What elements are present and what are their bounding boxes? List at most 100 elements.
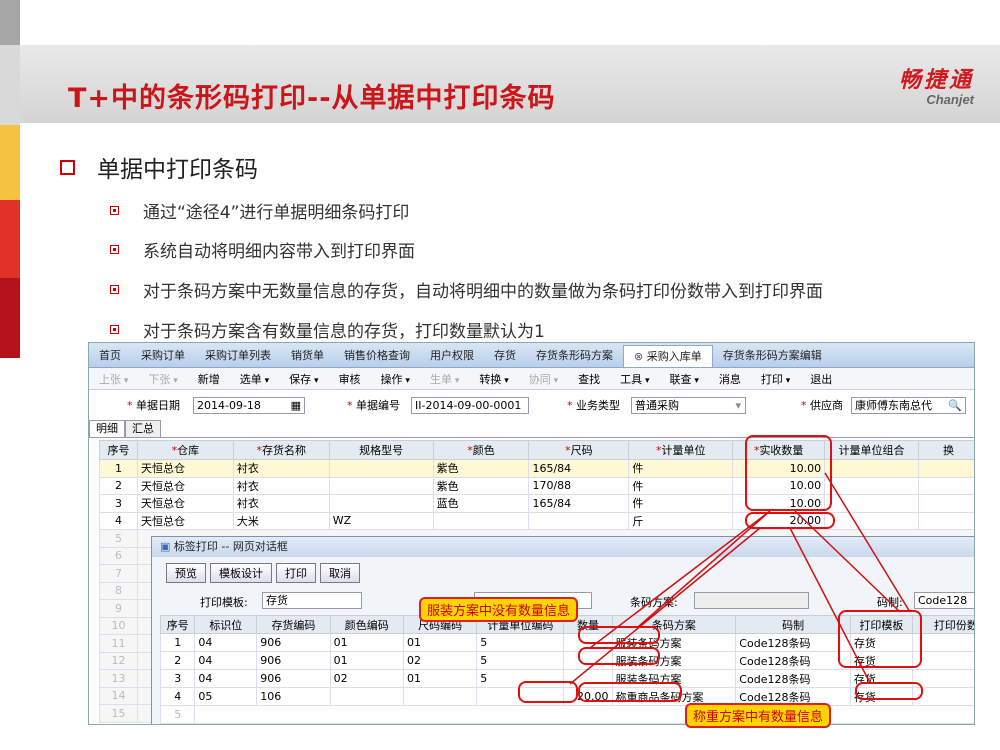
biztype-select[interactable]: 普通采购 ▾ xyxy=(631,396,746,414)
tab-price-query[interactable]: 销售价格查询 xyxy=(334,345,420,367)
tab-purchase-order-list[interactable]: 采购订单列表 xyxy=(195,345,281,367)
callout-has-qty: 称重方案中有数量信息 xyxy=(685,703,832,728)
chanjet-logo: 畅捷通 Chanjet xyxy=(899,62,974,107)
qty-weight-highlight-ring xyxy=(745,512,835,529)
dialog-title: 标签打印 -- 网页对话框 xyxy=(152,537,974,557)
lookup-button[interactable]: 联查 xyxy=(660,371,709,387)
table-row[interactable]: 1 天恒总仓 衬衣 紫色 165/84 件 10.00 xyxy=(99,459,974,478)
slide-title: T+中的条形码打印--从单据中打印条码 xyxy=(68,83,556,114)
qty-highlight-ring xyxy=(745,435,832,511)
template-label: 打印模板: xyxy=(200,596,248,609)
print-row-empty: 5 xyxy=(159,705,974,724)
tab-sales[interactable]: 销货单 xyxy=(281,345,334,367)
date-field[interactable]: 2014-09-18 ▦ xyxy=(193,396,305,414)
supplier-field[interactable]: 康师傅东南总代 🔍 xyxy=(851,396,966,414)
col-unit: *计量单位 xyxy=(628,440,734,460)
logo-en: Chanjet xyxy=(926,92,974,107)
bullet-1: 通过“途径4”进行单据明细条码打印 xyxy=(110,198,409,223)
bullet-icon xyxy=(110,325,119,334)
tab-barcode-scheme[interactable]: 存货条形码方案 xyxy=(526,345,623,367)
find-button[interactable]: 查找 xyxy=(568,371,610,387)
scheme-label: 条码方案: xyxy=(630,596,678,609)
code-field[interactable]: II-2014-09-00-0001 xyxy=(411,396,529,414)
table-row[interactable]: 4 天恒总仓 大米 WZ 斤 20.00 xyxy=(99,511,974,530)
subtab-summary[interactable]: 汇总 xyxy=(125,420,161,437)
template-design-button[interactable]: 模板设计 xyxy=(210,563,272,583)
tab-bar: 首页 采购订单 采购订单列表 销货单 销售价格查询 用户权限 存货 存货条形码方… xyxy=(89,343,974,368)
dialog-print-button[interactable]: 打印 xyxy=(276,563,316,583)
logo-cn: 畅捷通 xyxy=(898,67,974,92)
left-stripe-yellow xyxy=(0,125,20,200)
weight-qty-ring xyxy=(518,681,578,703)
search-icon[interactable]: 🔍 xyxy=(948,398,962,413)
left-stripe-darkred xyxy=(0,278,20,358)
left-stripe-red xyxy=(0,200,20,278)
heading: 单据中打印条码 xyxy=(60,150,258,184)
template-select[interactable]: 存货 xyxy=(262,592,362,609)
subtab-detail[interactable]: 明细 xyxy=(89,420,125,437)
prev-button[interactable]: 上张 xyxy=(89,371,138,387)
copies-one-ring xyxy=(855,682,923,700)
code-label: * 单据编号 xyxy=(347,399,400,412)
detail-subtabs: 明细 汇总 xyxy=(89,420,974,438)
tab-purchase-order[interactable]: 采购订单 xyxy=(131,345,195,367)
supplier-label: * 供应商 xyxy=(801,399,843,412)
new-button[interactable]: 新增 xyxy=(188,371,230,387)
bullet-icon xyxy=(110,285,119,294)
bullet-2: 系统自动将明细内容带入到打印界面 xyxy=(110,237,415,262)
bullet-4: 对于条码方案含有数量信息的存货，打印数量默认为1 xyxy=(110,317,545,342)
col-unit-group: 计量单位组合 xyxy=(824,440,919,460)
callout-no-qty: 服装方案中没有数量信息 xyxy=(419,597,579,622)
save-button[interactable]: 保存 xyxy=(279,371,328,387)
dialog-cancel-button[interactable]: 取消 xyxy=(320,563,360,583)
app-screenshot: 首页 采购订单 采购订单列表 销货单 销售价格查询 用户权限 存货 存货条形码方… xyxy=(88,342,975,725)
calendar-icon[interactable]: ▦ xyxy=(291,398,301,413)
weight-scheme-ring xyxy=(578,682,682,702)
left-stripe-gray xyxy=(0,0,20,45)
col-spec: 规格型号 xyxy=(328,440,434,460)
col-size: *尺码 xyxy=(528,440,630,460)
collaborate-button[interactable]: 协同 xyxy=(519,371,568,387)
scheme-ring-2 xyxy=(578,647,660,665)
left-stripe-light xyxy=(0,45,20,125)
dialog-buttons: 预览 模板设计 打印 取消 xyxy=(166,563,360,583)
convert-button[interactable]: 转换 xyxy=(469,371,518,387)
date-label: * 单据日期 xyxy=(127,399,180,412)
code-type-field[interactable]: Code128 xyxy=(914,592,974,609)
bullet-icon xyxy=(110,245,119,254)
tools-button[interactable]: 工具 xyxy=(610,371,659,387)
tab-barcode-scheme-edit[interactable]: 存货条形码方案编辑 xyxy=(713,345,832,367)
table-row[interactable]: 3 天恒总仓 衬衣 蓝色 165/84 件 10.00 xyxy=(99,494,974,513)
tab-inventory[interactable]: 存货 xyxy=(484,345,526,367)
scheme-field[interactable] xyxy=(694,592,809,609)
table-row[interactable]: 2 天恒总仓 衬衣 紫色 170/88 件 10.00 xyxy=(99,476,974,495)
col-index: 序号 xyxy=(99,440,138,460)
biztype-label: * 业务类型 xyxy=(567,399,620,412)
toolbar: 上张 下张 新增 选单 保存 审核 操作 生单 转换 协同 查找 工具 联查 消… xyxy=(89,368,974,390)
bullet-icon xyxy=(110,206,119,215)
scheme-ring-1 xyxy=(578,626,660,644)
code-type-label: 码制: xyxy=(877,596,903,609)
bullet-3: 对于条码方案中无数量信息的存货，自动将明细中的数量做为条码打印份数带入到打印界面 xyxy=(110,277,823,302)
copies-ring xyxy=(838,610,922,668)
tab-user-rights[interactable]: 用户权限 xyxy=(420,345,484,367)
generate-button[interactable]: 生单 xyxy=(420,371,469,387)
tab-purchase-receipt[interactable]: 采购入库单 xyxy=(623,345,713,367)
tab-home[interactable]: 首页 xyxy=(89,345,131,367)
print-button[interactable]: 打印 xyxy=(751,371,800,387)
header-form: * 单据日期 2014-09-18 ▦ * 单据编号 II-2014-09-00-… xyxy=(89,390,974,420)
select-button[interactable]: 选单 xyxy=(230,371,279,387)
col-color: *颜色 xyxy=(432,440,530,460)
next-button[interactable]: 下张 xyxy=(138,371,187,387)
chevron-down-icon: ▾ xyxy=(735,398,741,412)
preview-button[interactable]: 预览 xyxy=(166,563,206,583)
grid-header-row: 序号 *仓库 *存货名称 规格型号 *颜色 *尺码 *计量单位 *实收数量 计量… xyxy=(99,440,974,460)
col-convert: 换 xyxy=(918,440,974,460)
col-warehouse: *仓库 xyxy=(136,440,234,460)
message-button[interactable]: 消息 xyxy=(709,371,751,387)
square-bullet-icon xyxy=(60,159,75,175)
col-item-name: *存货名称 xyxy=(232,440,330,460)
audit-button[interactable]: 审核 xyxy=(329,371,371,387)
operate-button[interactable]: 操作 xyxy=(371,371,420,387)
exit-button[interactable]: 退出 xyxy=(800,371,842,387)
